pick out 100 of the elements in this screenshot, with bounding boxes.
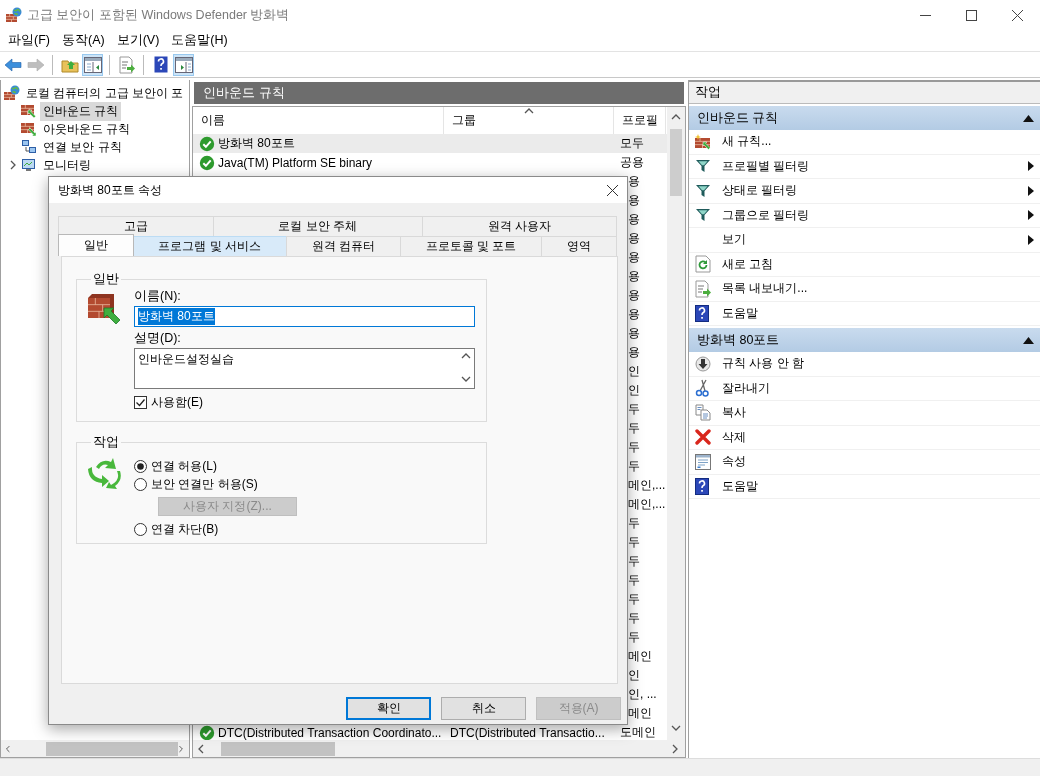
field-label: 이름(N): xyxy=(134,288,182,304)
group-label: 작업 xyxy=(92,434,120,451)
action-item[interactable]: 새로 고침 xyxy=(722,255,774,273)
table-cell: 용 xyxy=(628,192,640,209)
computers-icon xyxy=(21,139,37,155)
menu-item[interactable]: 파일(F) xyxy=(2,30,56,51)
help-icon xyxy=(695,477,709,495)
new-rule-icon xyxy=(695,133,713,150)
tab[interactable]: 일반 xyxy=(58,234,134,256)
radio-label: 연결 허용(L) xyxy=(151,457,217,475)
tree-item[interactable]: 로컬 컴퓨터의 고급 보안이 포 xyxy=(23,83,187,103)
name-field[interactable]: 방화벽 80포트 xyxy=(134,306,475,327)
table-cell: 두 xyxy=(628,458,640,475)
action-item[interactable]: 그룹으로 필터링 xyxy=(722,206,810,224)
down-arrow-circle-icon xyxy=(695,355,711,372)
scissors-icon xyxy=(695,379,709,398)
selected-row[interactable]: 방화벽 80포트 모두 xyxy=(193,134,667,153)
minimize-icon xyxy=(919,13,931,17)
table-cell: 두 xyxy=(628,591,640,608)
horizontal-scrollbar[interactable] xyxy=(1,740,189,757)
action-item[interactable]: 잘라내기 xyxy=(722,379,770,397)
scroll-thumb[interactable] xyxy=(221,741,335,756)
monitor-icon xyxy=(21,157,37,173)
tree-item[interactable]: 아웃바운드 규칙 xyxy=(40,119,134,139)
dialog-button[interactable]: 취소 xyxy=(441,697,526,720)
menu-item[interactable]: 보기(V) xyxy=(110,30,166,51)
radio-button[interactable] xyxy=(134,477,147,491)
table-cell: 인 xyxy=(628,382,640,399)
action-pane-button[interactable] xyxy=(173,53,194,76)
table-cell: 두 xyxy=(628,610,640,627)
radio-label: 연결 차단(B) xyxy=(151,520,219,538)
firewall-globe-icon xyxy=(4,85,20,101)
table-cell: Java(TM) Platform SE binary xyxy=(218,155,373,170)
horizontal-scrollbar[interactable] xyxy=(193,740,685,757)
action-item[interactable]: 속성 xyxy=(722,453,746,471)
funnel-icon xyxy=(695,182,711,199)
tab[interactable]: 원격 컴퓨터 xyxy=(286,236,401,256)
pane-header: 작업 xyxy=(689,80,1040,104)
scroll-thumb[interactable] xyxy=(670,129,682,196)
table-cell: 용 xyxy=(628,344,640,361)
export-list-icon xyxy=(695,279,711,298)
table-cell: DTC(Distributed Transactio... xyxy=(450,725,605,740)
maximize-icon xyxy=(965,9,977,21)
action-item[interactable]: 규칙 사용 안 함 xyxy=(722,355,804,373)
tab[interactable]: 고급 xyxy=(58,216,214,236)
section-header[interactable]: 방화벽 80포트 xyxy=(689,328,1040,352)
radio-label: 보안 연결만 허용(S) xyxy=(151,475,258,493)
description-field[interactable]: 인바운드설정실습 xyxy=(134,348,475,389)
table-cell: 두 xyxy=(628,572,640,589)
table-cell: 용 xyxy=(628,325,640,342)
dialog-title: 방화벽 80포트 속성 xyxy=(58,181,162,199)
table-cell: 용 xyxy=(628,230,640,247)
action-item[interactable]: 보기 xyxy=(722,231,746,249)
table-cell: 두 xyxy=(628,629,640,646)
table-cell: 용 xyxy=(628,306,640,323)
action-item[interactable]: 상태로 필터링 xyxy=(722,182,798,200)
action-item[interactable]: 도움말 xyxy=(722,477,758,495)
action-item[interactable]: 삭제 xyxy=(722,428,746,446)
menu-item[interactable]: 도움말(H) xyxy=(165,30,234,51)
table-cell: 용 xyxy=(628,211,640,228)
console-tree-button[interactable] xyxy=(82,53,103,76)
table-cell: DTC(Distributed Transaction Coordinato... xyxy=(218,725,442,740)
action-item[interactable]: 목록 내보내기... xyxy=(722,280,808,298)
table-cell: 용 xyxy=(628,249,640,266)
collapse-icon[interactable] xyxy=(1023,336,1034,344)
table-cell: 두 xyxy=(628,534,640,551)
action-item[interactable]: 도움말 xyxy=(722,304,758,322)
menu-item[interactable]: 동작(A) xyxy=(55,30,111,51)
scroll-right-icon xyxy=(177,743,185,754)
table-cell: 도메인 xyxy=(620,724,656,740)
tab[interactable]: 영역 xyxy=(541,236,617,256)
action-item[interactable]: 프로필별 필터링 xyxy=(722,157,810,175)
radio-button[interactable] xyxy=(134,459,147,473)
action-item[interactable]: 복사 xyxy=(722,404,746,422)
funnel-icon xyxy=(695,207,711,224)
brick-wall-arrow-icon xyxy=(21,121,37,137)
tree-item[interactable]: 모니터링 xyxy=(40,155,94,175)
checkbox-label: 사용함(E) xyxy=(151,393,203,411)
funnel-icon xyxy=(695,158,711,175)
radio-button[interactable] xyxy=(134,522,147,536)
table-cell: 용 xyxy=(628,268,640,285)
vertical-scrollbar[interactable] xyxy=(667,107,685,740)
dialog-button[interactable]: 확인 xyxy=(346,697,431,720)
action-item[interactable]: 새 규칙... xyxy=(722,133,772,151)
collapse-icon[interactable] xyxy=(1023,114,1034,122)
checkbox[interactable] xyxy=(134,395,147,409)
tab[interactable]: 원격 사용자 xyxy=(422,216,617,236)
tree-item[interactable]: 인바운드 규칙 xyxy=(40,101,122,121)
section-header[interactable]: 인바운드 규칙 xyxy=(689,106,1040,130)
table-cell: 메인 xyxy=(628,648,652,665)
tree-item[interactable]: 연결 보안 규칙 xyxy=(40,137,125,157)
properties-icon xyxy=(695,453,711,470)
window-title: 고급 보안이 포함된 Windows Defender 방화벽 xyxy=(27,6,290,24)
table-cell: 모두 xyxy=(620,135,644,152)
tab[interactable]: 프로그램 및 서비스 xyxy=(132,236,287,256)
export-list-button[interactable] xyxy=(116,53,137,76)
refresh-icon xyxy=(695,255,711,274)
table-cell: 메인,... xyxy=(628,496,666,513)
copy-icon xyxy=(695,404,711,422)
scroll-thumb[interactable] xyxy=(46,741,178,756)
